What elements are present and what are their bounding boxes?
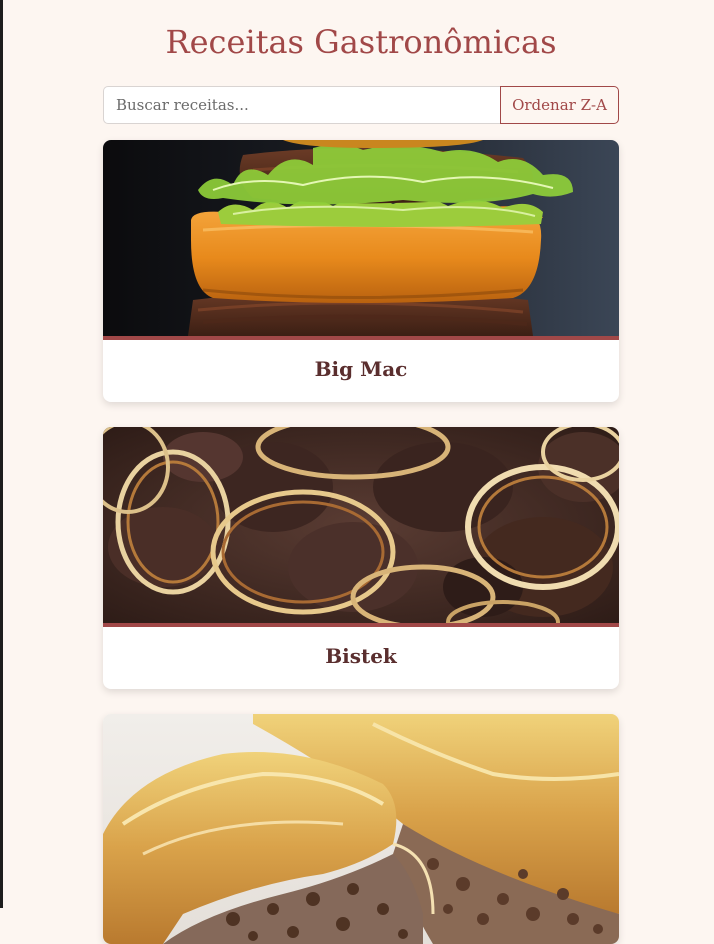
recipe-image-burger	[103, 140, 619, 336]
recipes-page: Receitas Gastronômicas Ordenar Z-A	[0, 0, 714, 944]
recipe-card-big-mac[interactable]: Big Mac	[103, 140, 619, 402]
search-bar: Ordenar Z-A	[103, 86, 619, 124]
recipe-title[interactable]: Bistek	[103, 627, 619, 689]
search-input[interactable]	[103, 86, 500, 124]
recipe-card-3[interactable]	[103, 714, 619, 944]
recipe-title[interactable]: Big Mac	[103, 340, 619, 402]
page-title: Receitas Gastronômicas	[165, 23, 557, 61]
recipe-image-bistek	[103, 427, 619, 623]
recipe-card-bistek[interactable]: Bistek	[103, 427, 619, 689]
recipe-image-meat-pie	[103, 714, 619, 944]
sort-z-a-button[interactable]: Ordenar Z-A	[500, 86, 619, 124]
